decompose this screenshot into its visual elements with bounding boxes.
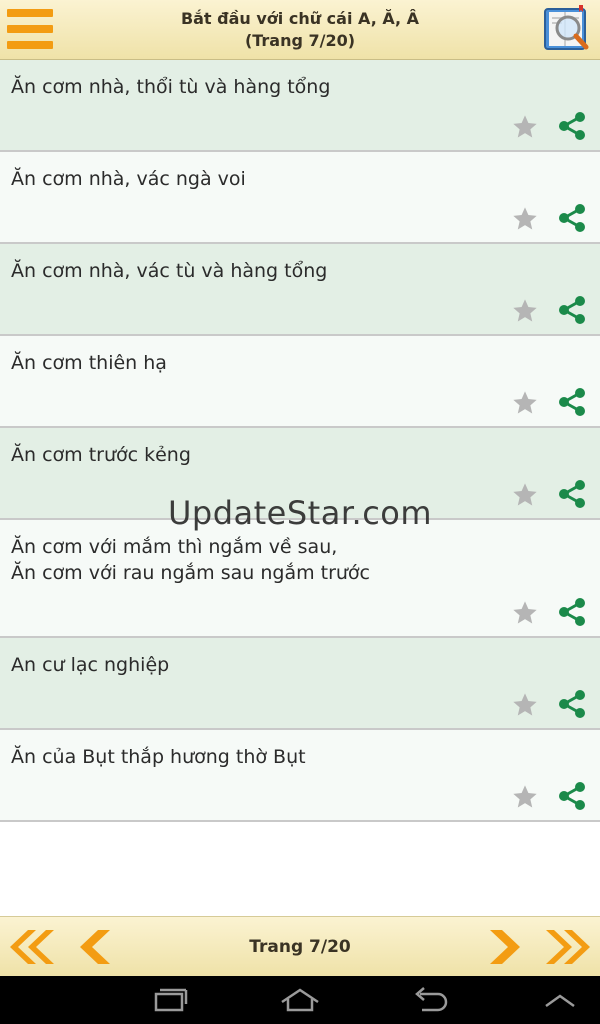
previous-page-icon[interactable] (72, 927, 122, 967)
share-icon[interactable] (556, 110, 588, 142)
share-icon[interactable] (556, 596, 588, 628)
list-item[interactable]: An cư lạc nghiệp (0, 638, 600, 730)
item-text: Ăn cơm với mắm thì ngắm về sau, Ăn cơm v… (11, 536, 371, 584)
star-icon[interactable] (511, 691, 539, 719)
top-bar: Bắt đầu với chữ cái A, Ă, Â (Trang 7/20) (0, 0, 600, 60)
share-icon[interactable] (556, 386, 588, 418)
next-page-icon[interactable] (478, 927, 528, 967)
item-text: Ăn cơm thiên hạ (11, 352, 167, 374)
share-icon[interactable] (556, 780, 588, 812)
star-icon[interactable] (511, 113, 539, 141)
system-navigation-bar (0, 976, 600, 1024)
page-indicator: Trang 7/20 (249, 937, 351, 957)
share-icon[interactable] (556, 202, 588, 234)
first-page-icon[interactable] (6, 927, 56, 967)
item-text: Ăn cơm nhà, thổi tù và hàng tổng (11, 76, 331, 98)
star-icon[interactable] (511, 389, 539, 417)
pagination-bar: Trang 7/20 (0, 916, 600, 976)
watermark-text: UpdateStar.com (167, 494, 433, 532)
star-icon[interactable] (511, 205, 539, 233)
recent-apps-icon[interactable] (148, 984, 192, 1016)
home-icon[interactable] (278, 984, 322, 1016)
chevron-up-icon[interactable] (538, 984, 582, 1016)
hamburger-menu-icon[interactable] (7, 9, 53, 49)
star-icon[interactable] (511, 783, 539, 811)
list-item[interactable]: Ăn cơm nhà, vác ngà voi (0, 152, 600, 244)
list-item[interactable]: Ăn của Bụt thắp hương thờ Bụt (0, 730, 600, 822)
page-title: Bắt đầu với chữ cái A, Ă, Â (Trang 7/20) (100, 8, 500, 52)
list-item[interactable]: Ăn cơm nhà, vác tù và hàng tổng (0, 244, 600, 336)
item-text: Ăn của Bụt thắp hương thờ Bụt (11, 746, 306, 768)
item-text: Ăn cơm nhà, vác ngà voi (11, 168, 246, 190)
share-icon[interactable] (556, 688, 588, 720)
item-text: Ăn cơm nhà, vác tù và hàng tổng (11, 260, 328, 282)
list-item[interactable]: Ăn cơm nhà, thổi tù và hàng tổng (0, 60, 600, 152)
title-line-2: (Trang 7/20) (244, 31, 356, 50)
back-icon[interactable] (408, 984, 452, 1016)
item-text: An cư lạc nghiệp (11, 654, 170, 676)
share-icon[interactable] (556, 294, 588, 326)
star-icon[interactable] (511, 297, 539, 325)
title-line-1: Bắt đầu với chữ cái A, Ă, Â (180, 9, 420, 28)
list-item[interactable]: Ăn cơm với mắm thì ngắm về sau, Ăn cơm v… (0, 520, 600, 638)
last-page-icon[interactable] (544, 927, 594, 967)
star-icon[interactable] (511, 599, 539, 627)
item-text: Ăn cơm trước kẻng (11, 444, 191, 466)
book-search-icon[interactable] (539, 3, 593, 55)
list-item[interactable]: Ăn cơm thiên hạ (0, 336, 600, 428)
proverb-list: Ăn cơm nhà, thổi tù và hàng tổng Ăn cơm … (0, 60, 600, 822)
